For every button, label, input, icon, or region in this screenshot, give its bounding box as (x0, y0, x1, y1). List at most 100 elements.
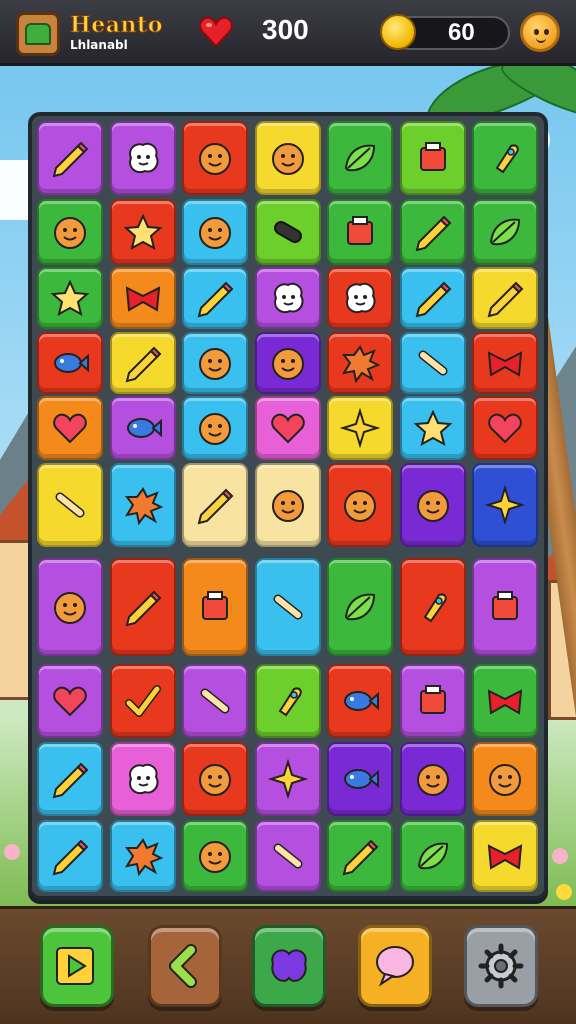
tile-face-r6c6[interactable] (399, 463, 466, 547)
tile-face-r5c3[interactable] (182, 396, 248, 460)
tile-fish-r4c1[interactable] (37, 332, 103, 394)
tile-bow-r4c7[interactable] (472, 332, 538, 394)
leaf-icon (489, 218, 521, 246)
tile-face-r9c3[interactable] (182, 742, 248, 816)
bow-icon (487, 844, 523, 870)
shuffle-button[interactable] (252, 925, 326, 1007)
tile-face-r2c1[interactable] (37, 199, 103, 265)
tile-sparkle-r5c5[interactable] (327, 396, 393, 460)
rocket-icon (495, 144, 519, 174)
flower (556, 884, 572, 900)
tile-heart-r5c1[interactable] (37, 396, 103, 460)
top-bar: Heanto Lhlanabl 300 60 (0, 0, 576, 66)
tile-face-r6c4[interactable] (254, 463, 321, 547)
pencil-icon (342, 839, 379, 876)
tile-pencil-r1c1[interactable] (37, 121, 103, 195)
tile-rocket-r1c7[interactable] (472, 121, 538, 195)
tile-heart-r5c4[interactable] (254, 396, 321, 460)
tile-pencil-r6c3[interactable] (182, 463, 248, 547)
tile-box-r8c6[interactable] (399, 664, 466, 738)
tile-blob-face-r3c5[interactable] (327, 267, 393, 329)
pencil-icon (415, 215, 451, 252)
tile-pencil-r2c6[interactable] (399, 199, 466, 265)
tile-bow-r10c7[interactable] (472, 820, 538, 892)
box-icon (347, 216, 373, 245)
pencil-icon (197, 488, 234, 525)
sparkle-icon (485, 485, 525, 525)
tile-pencil-r3c3[interactable] (182, 267, 248, 329)
tile-bar-r2c4[interactable] (254, 199, 321, 265)
tile-face-r1c4[interactable] (254, 121, 321, 195)
flower (552, 848, 568, 864)
player-avatar[interactable] (520, 12, 560, 52)
tile-bone-r6c1[interactable] (37, 463, 103, 547)
tile-star-r5c6[interactable] (399, 396, 466, 460)
tile-face-r9c6[interactable] (399, 742, 466, 816)
tile-leaf-r7c5[interactable] (327, 558, 393, 656)
tile-sparkle-r9c4[interactable] (254, 742, 321, 816)
tile-box-r7c7[interactable] (472, 558, 538, 656)
tile-face-r1c3[interactable] (182, 121, 248, 195)
tile-star-r3c1[interactable] (37, 267, 103, 329)
tile-box-r7c3[interactable] (182, 558, 248, 656)
tile-splat-r10c2[interactable] (109, 820, 176, 892)
tile-bone-r4c6[interactable] (399, 332, 466, 394)
tile-face-r7c1[interactable] (37, 558, 103, 656)
tile-bone-r7c4[interactable] (254, 558, 321, 656)
face-icon (199, 348, 231, 380)
tile-heart-r5c7[interactable] (472, 396, 538, 460)
tile-face-r9c7[interactable] (472, 742, 538, 816)
tile-star-r2c2[interactable] (109, 199, 176, 265)
tile-blob-face-r3c4[interactable] (254, 267, 321, 329)
tile-pencil-r3c7[interactable] (472, 267, 538, 329)
tile-face-r4c3[interactable] (182, 332, 248, 394)
tile-face-r2c3[interactable] (182, 199, 248, 265)
coin-value: 60 (448, 19, 475, 46)
tile-pencil-r7c2[interactable] (109, 558, 176, 656)
tile-face-r6c5[interactable] (327, 463, 393, 547)
tile-face-r4c4[interactable] (254, 332, 321, 394)
tile-check-r8c2[interactable] (109, 664, 176, 738)
face-icon (344, 490, 376, 522)
play-button[interactable] (40, 925, 114, 1007)
bow-icon (487, 689, 523, 715)
tile-splat-r4c5[interactable] (327, 332, 393, 394)
score-value: 300 (262, 14, 309, 45)
tile-rocket-r7c6[interactable] (399, 558, 466, 656)
tile-pencil-r10c5[interactable] (327, 820, 393, 892)
settings-button[interactable] (464, 925, 538, 1007)
tile-leaf-r1c5[interactable] (327, 121, 393, 195)
heart-icon (53, 413, 87, 444)
tile-pencil-r10c1[interactable] (37, 820, 103, 892)
tile-box-r1c6[interactable] (399, 121, 466, 195)
tile-splat-r6c2[interactable] (109, 463, 176, 547)
tile-pencil-r4c2[interactable] (109, 332, 176, 394)
tile-fish-r8c5[interactable] (327, 664, 393, 738)
tile-bone-r8c3[interactable] (182, 664, 248, 738)
tile-heart-r8c1[interactable] (37, 664, 103, 738)
tile-fish-r5c2[interactable] (109, 396, 176, 460)
tile-pencil-r3c6[interactable] (399, 267, 466, 329)
tile-fish-r9c5[interactable] (327, 742, 393, 816)
play-icon (56, 947, 94, 985)
box-icon (419, 142, 446, 171)
face-icon (54, 592, 86, 624)
tile-rocket-r8c4[interactable] (254, 664, 321, 738)
tile-leaf-r10c6[interactable] (399, 820, 466, 892)
bone-icon (418, 350, 447, 376)
tile-bow-r3c2[interactable] (109, 267, 176, 329)
tile-bow-r8c7[interactable] (472, 664, 538, 738)
tile-bone-r10c4[interactable] (254, 820, 321, 892)
tile-sparkle-r6c7[interactable] (472, 463, 538, 547)
hint-button[interactable] (358, 925, 432, 1007)
tile-blob-face-r9c2[interactable] (109, 742, 176, 816)
tile-box-r2c5[interactable] (327, 199, 393, 265)
tile-leaf-r2c7[interactable] (472, 199, 538, 265)
tile-pencil-r9c1[interactable] (37, 742, 103, 816)
bow-icon (487, 351, 523, 377)
leaf-icon (344, 144, 376, 172)
back-button[interactable] (148, 925, 222, 1007)
heart-icon (270, 413, 305, 444)
tile-face-r10c3[interactable] (182, 820, 248, 892)
tile-blob-face-r1c2[interactable] (109, 121, 176, 195)
